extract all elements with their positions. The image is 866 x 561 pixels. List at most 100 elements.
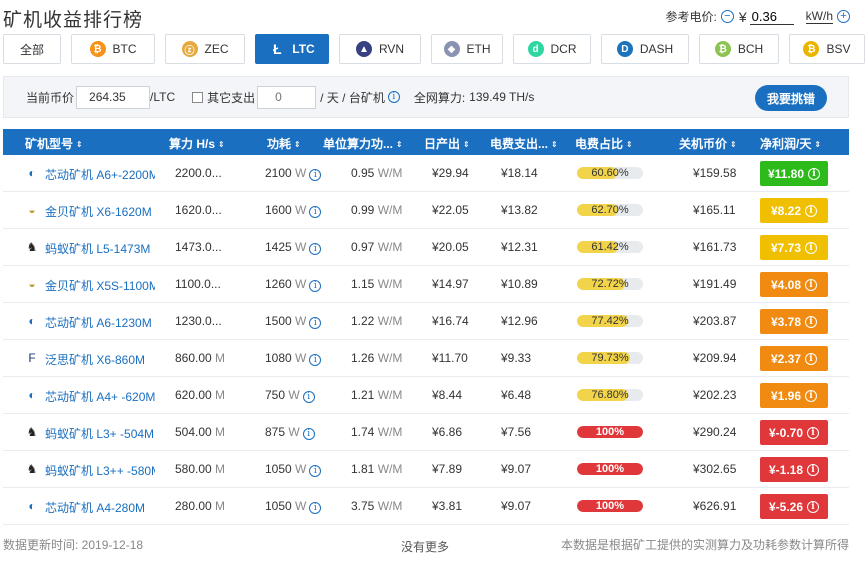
net-profit-badge[interactable]: ¥-1.18 i xyxy=(760,457,828,482)
profit-info-icon[interactable]: i xyxy=(805,352,818,365)
coin-tab-rvn[interactable]: ▲ RVN xyxy=(339,34,421,64)
table-row[interactable]: ◐ 芯动矿机 A4+ -620M 620.00 M 750 Wi 1.21 W/M ¥8.… xyxy=(3,377,849,414)
miner-model-link[interactable]: 泛思矿机 X6-860M xyxy=(45,351,155,368)
net-profit-value: ¥1.96 xyxy=(770,388,802,403)
miner-model-link[interactable]: 蚂蚁矿机 L3+ -504M xyxy=(45,425,155,442)
table-row[interactable]: ♞ 蚂蚁矿机 L3+ -504M 504.00 M 875 Wi 1.74 W/M ¥6.… xyxy=(3,414,849,451)
column-header-0[interactable]: 矿机型号 ⇕ xyxy=(25,135,83,152)
electric-ratio-bar: 60.60% xyxy=(577,167,643,179)
profit-info-icon[interactable]: i xyxy=(805,278,818,291)
column-header-2[interactable]: 功耗 ⇕ xyxy=(267,135,301,152)
table-row[interactable]: F 泛思矿机 X6-860M 860.00 M 1080 Wi 1.26 W/M ¥11.… xyxy=(3,340,849,377)
power-info-icon[interactable]: i xyxy=(309,243,322,255)
net-profit-badge[interactable]: ¥11.80 i xyxy=(760,161,828,186)
decrease-price-button[interactable]: − xyxy=(720,10,734,23)
profit-info-icon[interactable]: i xyxy=(805,389,818,402)
miner-model-link[interactable]: 芯动矿机 A6+-2200M xyxy=(45,166,155,183)
power-info-icon[interactable]: i xyxy=(302,391,315,403)
column-header-1[interactable]: 算力 H/s ⇕ xyxy=(169,135,225,152)
miner-model-link[interactable]: 蚂蚁矿机 L3++ -580M xyxy=(45,462,155,479)
power-info-icon[interactable]: i xyxy=(309,502,322,514)
ltc-coin-icon: Ł xyxy=(273,41,282,57)
sort-icon[interactable]: ⇕ xyxy=(76,140,83,149)
other-cost-checkbox[interactable] xyxy=(192,91,204,103)
profit-info-icon[interactable]: i xyxy=(807,500,820,513)
electric-ratio-label: 100% xyxy=(595,500,625,512)
table-row[interactable]: ◐ 芯动矿机 A6-1230M 1230.0... 1500 Wi 1.22 W/M ¥1… xyxy=(3,303,849,340)
power-info-icon[interactable]: i xyxy=(309,280,322,292)
coin-tab-dcr[interactable]: d DCR xyxy=(513,34,591,64)
power-info-icon[interactable]: i xyxy=(309,317,322,329)
column-header-3[interactable]: 单位算力功... ⇕ xyxy=(323,135,403,152)
profit-info-icon[interactable]: i xyxy=(807,463,820,476)
ref-price-input[interactable] xyxy=(749,8,794,25)
column-header-8[interactable]: 净利润/天 ⇕ xyxy=(760,135,821,152)
profit-info-icon[interactable]: i xyxy=(805,315,818,328)
net-profit-badge[interactable]: ¥3.78 i xyxy=(760,309,828,334)
net-profit-badge[interactable]: ¥4.08 i xyxy=(760,272,828,297)
miner-model-link[interactable]: 金贝矿机 X6-1620M xyxy=(45,203,155,220)
table-row[interactable]: ◐ 芯动矿机 A4-280M 280.00 M 1050 Wi 3.75 W/M ¥3.8… xyxy=(3,488,849,525)
table-row[interactable]: ◒ 金贝矿机 X5S-1100M 1100.0... 1260 Wi 1.15 W/M ¥… xyxy=(3,266,849,303)
table-row[interactable]: ◒ 金贝矿机 X6-1620M 1620.0... 1600 Wi 0.99 W/M ¥2… xyxy=(3,192,849,229)
miner-model-link[interactable]: 金贝矿机 X5S-1100M xyxy=(45,277,155,294)
power-unit: W xyxy=(291,351,307,365)
net-profit-badge[interactable]: ¥2.37 i xyxy=(760,346,828,371)
profit-info-icon[interactable]: i xyxy=(807,426,820,439)
sort-icon[interactable]: ⇕ xyxy=(294,140,301,149)
coin-tab-zec[interactable]: ⓩ ZEC xyxy=(165,34,245,64)
electric-ratio-bar: 77.42% xyxy=(577,315,643,327)
miner-model-link[interactable]: 芯动矿机 A4+ -620M xyxy=(45,388,155,405)
coin-tab-eth[interactable]: ◆ ETH xyxy=(431,34,503,64)
table-row[interactable]: ♞ 蚂蚁矿机 L5-1473M 1473.0... 1425 Wi 0.97 W/M ¥2… xyxy=(3,229,849,266)
column-header-4[interactable]: 日产出 ⇕ xyxy=(424,135,470,152)
net-profit-badge[interactable]: ¥-0.70 i xyxy=(760,420,828,445)
miner-model-link[interactable]: 芯动矿机 A6-1230M xyxy=(45,314,155,331)
power-info-icon[interactable]: i xyxy=(309,206,322,218)
profit-info-icon[interactable]: i xyxy=(808,167,821,180)
net-profit-value: ¥4.08 xyxy=(770,277,802,292)
coin-tab-全部[interactable]: 全部 xyxy=(3,34,61,64)
sort-icon[interactable]: ⇕ xyxy=(463,140,470,149)
table-row[interactable]: ♞ 蚂蚁矿机 L3++ -580M 580.00 M 1050 Wi 1.81 W/M ¥… xyxy=(3,451,849,488)
profit-info-icon[interactable]: i xyxy=(805,204,818,217)
net-profit-badge[interactable]: ¥8.22 i xyxy=(760,198,828,223)
electric-cost: ¥10.89 xyxy=(501,277,538,291)
sort-icon[interactable]: ⇕ xyxy=(218,140,225,149)
power-info-icon[interactable]: i xyxy=(302,428,315,440)
daily-output: ¥29.94 xyxy=(432,166,469,180)
miner-model-link[interactable]: 蚂蚁矿机 L5-1473M xyxy=(45,240,155,257)
shutdown-price: ¥161.73 xyxy=(693,240,737,254)
profit-info-icon[interactable]: i xyxy=(805,241,818,254)
table-row[interactable]: ◐ 芯动矿机 A6+-2200M 2200.0... 2100 Wi 0.95 W/M ¥… xyxy=(3,155,849,192)
coin-tab-dash[interactable]: D DASH xyxy=(601,34,689,64)
current-price-input[interactable] xyxy=(76,85,151,109)
net-profit-value: ¥7.73 xyxy=(770,240,802,255)
net-profit-badge[interactable]: ¥-5.26 i xyxy=(760,494,828,519)
increase-price-button[interactable]: + xyxy=(837,10,850,23)
coin-tab-bsv[interactable]: ₿ BSV xyxy=(789,34,865,64)
column-header-7[interactable]: 关机币价 ⇕ xyxy=(679,135,737,152)
sort-icon[interactable]: ⇕ xyxy=(730,140,737,149)
power-info-icon[interactable]: i xyxy=(309,465,322,477)
info-icon[interactable]: i xyxy=(387,91,400,103)
power-value: 750 xyxy=(265,388,286,402)
net-profit-badge[interactable]: ¥7.73 i xyxy=(760,235,828,260)
sort-icon[interactable]: ⇕ xyxy=(814,140,821,149)
coin-tab-btc[interactable]: ₿ BTC xyxy=(71,34,155,64)
coin-tab-ltc[interactable]: Ł LTC xyxy=(255,34,329,64)
electric-cost: ¥9.33 xyxy=(501,351,532,365)
report-error-button[interactable]: 我要挑错 xyxy=(755,85,827,111)
column-header-label: 矿机型号 xyxy=(25,137,74,151)
power-info-icon[interactable]: i xyxy=(309,354,322,366)
power-info-icon[interactable]: i xyxy=(309,169,322,181)
sort-icon[interactable]: ⇕ xyxy=(551,140,558,149)
sort-icon[interactable]: ⇕ xyxy=(626,140,633,149)
sort-icon[interactable]: ⇕ xyxy=(396,140,403,149)
column-header-6[interactable]: 电费占比 ⇕ xyxy=(575,135,633,152)
coin-tab-bch[interactable]: ₿ BCH xyxy=(699,34,779,64)
net-profit-badge[interactable]: ¥1.96 i xyxy=(760,383,828,408)
column-header-5[interactable]: 电费支出... ⇕ xyxy=(490,135,558,152)
miner-model-link[interactable]: 芯动矿机 A4-280M xyxy=(45,499,155,516)
other-cost-input[interactable] xyxy=(257,85,317,109)
